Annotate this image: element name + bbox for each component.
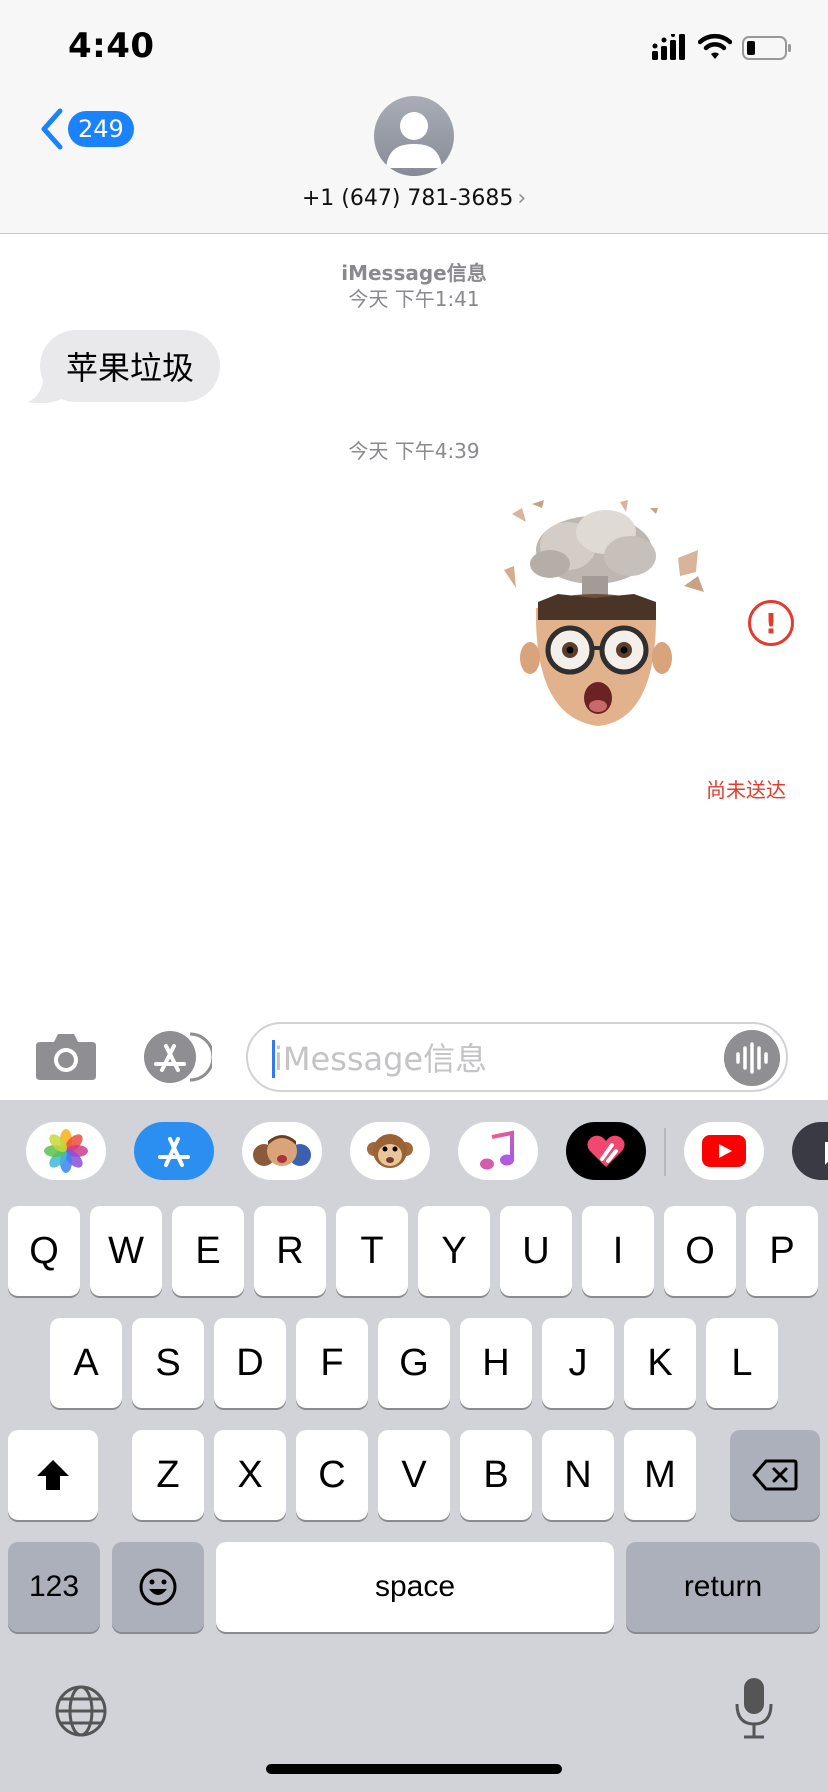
numbers-key[interactable]: 123 (8, 1542, 100, 1632)
youtube-app-icon (702, 1135, 746, 1167)
youtube-app-button[interactable] (684, 1122, 764, 1180)
appstore-app-button[interactable] (134, 1122, 214, 1180)
appstore-app-icon (158, 1137, 190, 1167)
photos-app-icon (44, 1129, 88, 1173)
key-r[interactable]: R (254, 1206, 326, 1296)
return-key[interactable]: return (626, 1542, 820, 1632)
key-c[interactable]: C (296, 1430, 368, 1520)
key-u[interactable]: U (500, 1206, 572, 1296)
message-timestamp: iMessage信息 今天 下午1:41 (0, 260, 828, 312)
battery-icon (742, 36, 791, 60)
key-k[interactable]: K (624, 1318, 696, 1408)
message-input[interactable]: iMessage信息 (246, 1022, 788, 1092)
camera-icon[interactable] (34, 1030, 98, 1082)
key-i[interactable]: I (582, 1206, 654, 1296)
animoji-app-icon (367, 1134, 413, 1168)
key-j[interactable]: J (542, 1318, 614, 1408)
memoji-sticker[interactable] (498, 498, 720, 732)
imessage-app-strip (0, 1100, 828, 1204)
unread-count-badge: 249 (68, 111, 134, 147)
key-l[interactable]: L (706, 1318, 778, 1408)
memoji-app-button[interactable] (242, 1122, 322, 1180)
delete-key[interactable] (730, 1430, 820, 1520)
key-v[interactable]: V (378, 1430, 450, 1520)
incoming-message-bubble[interactable]: 苹果垃圾 (40, 330, 221, 402)
contact-phone-number: +1 (647) 781-3685 (301, 186, 514, 211)
audio-message-icon[interactable] (724, 1030, 780, 1086)
key-e[interactable]: E (172, 1206, 244, 1296)
timestamp-time: 今天 下午4:39 (348, 439, 480, 463)
more-apps-button[interactable] (792, 1122, 828, 1180)
wifi-icon (698, 33, 732, 59)
home-indicator[interactable] (266, 1764, 562, 1774)
music-app-icon (480, 1130, 514, 1170)
key-z[interactable]: Z (132, 1430, 204, 1520)
key-m[interactable]: M (624, 1430, 696, 1520)
key-g[interactable]: G (378, 1318, 450, 1408)
digital-touch-app-icon (587, 1135, 625, 1167)
key-x[interactable]: X (214, 1430, 286, 1520)
key-n[interactable]: N (542, 1430, 614, 1520)
shift-arrow-icon (37, 1460, 69, 1490)
chevron-right-icon: › (517, 186, 527, 211)
service-label: iMessage信息 (341, 261, 487, 285)
cellular-signal-icon (652, 34, 685, 60)
app-strip-divider (664, 1128, 666, 1176)
key-s[interactable]: S (132, 1318, 204, 1408)
timestamp-time: 今天 下午1:41 (348, 287, 480, 311)
digital-touch-app-button[interactable] (566, 1122, 646, 1180)
key-y[interactable]: Y (418, 1206, 490, 1296)
key-q[interactable]: Q (8, 1206, 80, 1296)
backspace-icon (752, 1459, 798, 1491)
not-delivered-label: 尚未送达 (706, 778, 786, 802)
back-button[interactable]: 249 (38, 104, 134, 154)
microphone-icon[interactable] (734, 1676, 774, 1740)
appstore-drawer-icon[interactable] (140, 1030, 212, 1084)
shift-key[interactable] (8, 1430, 98, 1520)
more-apps-icon (825, 1142, 828, 1165)
keyboard: Q W E R T Y U I O P A S D F G H J K L Z … (0, 1100, 828, 1792)
error-icon[interactable]: ! (748, 600, 794, 646)
space-key[interactable]: space (216, 1542, 614, 1632)
status-bar: 4:40 (0, 0, 828, 90)
globe-icon[interactable] (54, 1684, 108, 1738)
key-d[interactable]: D (214, 1318, 286, 1408)
key-f[interactable]: F (296, 1318, 368, 1408)
memoji-app-icon (253, 1135, 311, 1166)
chevron-left-icon (41, 108, 63, 150)
message-timestamp: 今天 下午4:39 (0, 438, 828, 464)
contact-name[interactable]: +1 (647) 781-3685 › (0, 186, 828, 211)
key-o[interactable]: O (664, 1206, 736, 1296)
key-p[interactable]: P (746, 1206, 818, 1296)
emoji-smiley-icon (139, 1568, 177, 1606)
key-h[interactable]: H (460, 1318, 532, 1408)
key-w[interactable]: W (90, 1206, 162, 1296)
key-t[interactable]: T (336, 1206, 408, 1296)
status-time: 4:40 (68, 26, 155, 66)
key-b[interactable]: B (460, 1430, 532, 1520)
message-input-placeholder: iMessage信息 (274, 1040, 488, 1078)
person-icon (386, 112, 442, 168)
contact-avatar[interactable] (374, 96, 454, 176)
photos-app-button[interactable] (26, 1122, 106, 1180)
key-a[interactable]: A (50, 1318, 122, 1408)
music-app-button[interactable] (458, 1122, 538, 1180)
animoji-app-button[interactable] (350, 1122, 430, 1180)
emoji-key[interactable] (112, 1542, 204, 1632)
